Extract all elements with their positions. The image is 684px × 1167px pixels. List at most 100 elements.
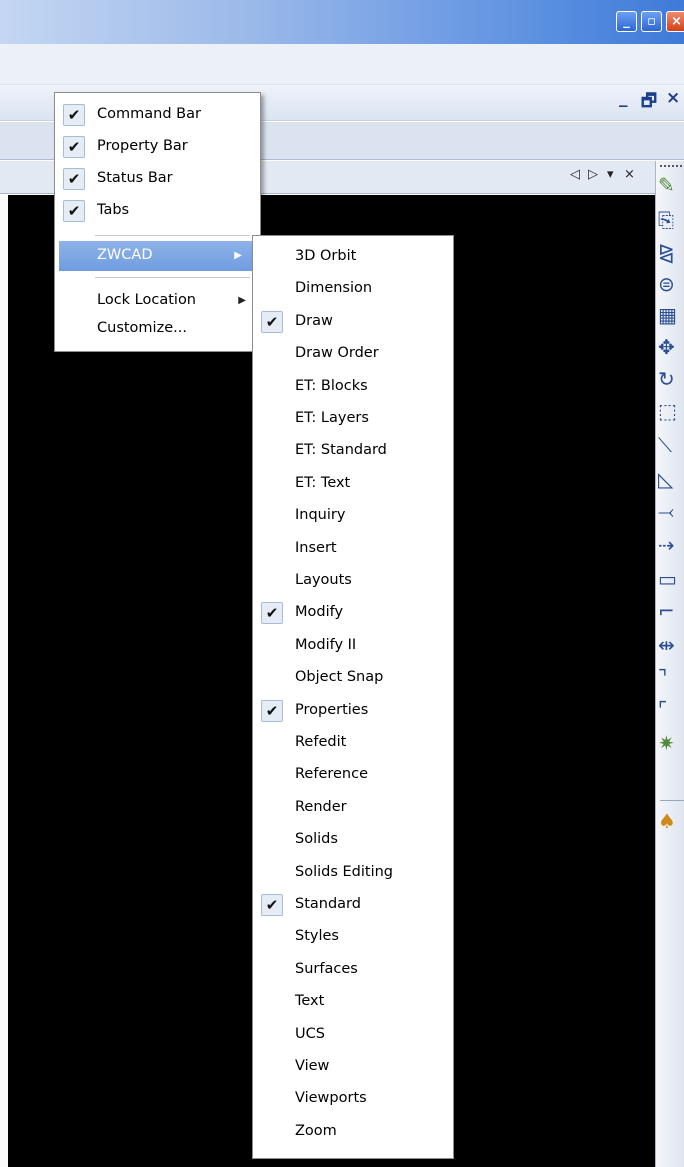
erase-icon[interactable]: ✎ xyxy=(658,172,684,198)
menu-bar xyxy=(0,44,684,85)
submenu-arrow-icon: ▶ xyxy=(238,295,246,306)
menu-separator xyxy=(95,277,250,278)
submenu-item-inquiry[interactable]: Inquiry xyxy=(253,500,453,532)
stretch-icon[interactable]: ⟍ xyxy=(658,432,684,458)
submenu-item-properties[interactable]: ✔ Properties xyxy=(253,695,453,727)
submenu-item-et-blocks[interactable]: ET: Blocks xyxy=(253,371,453,403)
break-icon[interactable]: ⌐ xyxy=(658,598,684,624)
submenu-item-standard[interactable]: ✔ Standard xyxy=(253,889,453,921)
minimize-icon[interactable]: _ xyxy=(616,11,637,32)
submenu-item-solids[interactable]: Solids xyxy=(253,824,453,856)
menu-item-command-bar[interactable]: ✔ Command Bar xyxy=(55,99,260,131)
doc-minimize-icon[interactable]: _ xyxy=(619,88,628,108)
submenu-item-label: Object Snap xyxy=(295,669,384,686)
menu-item-tabs[interactable]: ✔ Tabs xyxy=(55,195,260,227)
doc-close-icon[interactable]: × xyxy=(666,88,680,108)
submenu-item-layouts[interactable]: Layouts xyxy=(253,565,453,597)
submenu-item-label: Standard xyxy=(295,896,361,912)
menu-item-label: Lock Location xyxy=(97,292,197,308)
submenu-item-label: ET: Layers xyxy=(295,410,369,426)
scale-icon[interactable]: ⬚ xyxy=(658,398,684,424)
submenu-item-label: Text xyxy=(295,993,325,1010)
submenu-item-draw[interactable]: ✔ Draw xyxy=(253,306,453,338)
submenu-item-modify-ii[interactable]: Modify II xyxy=(253,630,453,662)
submenu-item-label: Solids xyxy=(295,831,338,848)
submenu-item-zoom[interactable]: Zoom xyxy=(253,1116,453,1148)
submenu-item-viewports[interactable]: Viewports xyxy=(253,1083,453,1115)
menu-item-label: Tabs xyxy=(97,202,130,218)
submenu-item-modify[interactable]: ✔ Modify xyxy=(253,597,453,629)
view-menu-icon[interactable]: ▾ xyxy=(607,167,616,182)
submenu-item-label: ET: Blocks xyxy=(295,377,368,394)
submenu-item-3d-orbit[interactable]: 3D Orbit xyxy=(253,241,453,273)
join-icon[interactable]: ⇹ xyxy=(658,632,684,658)
submenu-item-view[interactable]: View xyxy=(253,1051,453,1083)
properties-brush-icon[interactable]: ♠ xyxy=(658,808,684,834)
check-icon: ✔ xyxy=(261,894,283,916)
menu-separator xyxy=(95,235,250,236)
submenu-item-solids-editing[interactable]: Solids Editing xyxy=(253,857,453,889)
submenu-item-label: Styles xyxy=(295,928,339,945)
submenu-item-ucs[interactable]: UCS xyxy=(253,1019,453,1051)
menu-item-label: Command Bar xyxy=(97,106,201,122)
menu-item-label: Status Bar xyxy=(97,170,173,186)
submenu-item-label: Refedit xyxy=(295,734,347,750)
submenu-item-et-text[interactable]: ET: Text xyxy=(253,468,453,500)
menu-item-label: ZWCAD xyxy=(97,247,153,263)
check-icon: ✔ xyxy=(63,104,85,126)
trim-icon[interactable]: ⤙ xyxy=(658,498,684,524)
mirror-icon[interactable]: ⧎ xyxy=(658,239,684,265)
submenu-item-label: Draw Order xyxy=(295,345,379,362)
submenu-item-dimension[interactable]: Dimension xyxy=(253,273,453,305)
offset-icon[interactable]: ⊜ xyxy=(658,271,684,297)
submenu-item-refedit[interactable]: Refedit xyxy=(253,727,453,759)
submenu-item-label: ET: Text xyxy=(295,474,351,491)
submenu-item-label: UCS xyxy=(295,1025,325,1042)
chamfer-icon[interactable]: ⌝ xyxy=(658,664,684,690)
submenu-item-et-layers[interactable]: ET: Layers xyxy=(253,403,453,435)
submenu-item-label: Draw xyxy=(295,312,333,329)
submenu-item-reference[interactable]: Reference xyxy=(253,759,453,791)
break-at-point-icon[interactable]: ▭ xyxy=(658,566,684,592)
close-icon[interactable]: × xyxy=(666,11,684,32)
toolbar-context-menu: ✔ Command Bar ✔ Property Bar ✔ Status Ba… xyxy=(54,92,261,352)
title-bar xyxy=(0,0,684,44)
check-icon: ✔ xyxy=(261,310,283,333)
maximize-icon[interactable]: ▫ xyxy=(641,11,662,32)
menu-item-label: Property Bar xyxy=(97,138,188,154)
submenu-item-et-standard[interactable]: ET: Standard xyxy=(253,435,453,467)
submenu-item-text[interactable]: Text xyxy=(253,986,453,1018)
submenu-item-label: Properties xyxy=(295,701,369,718)
submenu-item-surfaces[interactable]: Surfaces xyxy=(253,954,453,986)
submenu-item-label: Insert xyxy=(295,539,337,556)
submenu-item-label: Dimension xyxy=(295,280,373,297)
submenu-item-object-snap[interactable]: Object Snap xyxy=(253,662,453,694)
extend-icon[interactable]: ⇢ xyxy=(658,532,684,558)
rotate-icon[interactable]: ↻ xyxy=(658,366,684,392)
view-close-icon[interactable]: × xyxy=(624,167,637,182)
menu-item-status-bar[interactable]: ✔ Status Bar xyxy=(55,163,260,195)
menu-item-zwcad[interactable]: ZWCAD ▶ xyxy=(59,241,256,271)
doc-restore-icon[interactable]: 🗗 xyxy=(641,88,657,117)
submenu-item-label: Render xyxy=(295,798,347,815)
toolbars-submenu: 3D Orbit Dimension ✔ Draw Draw Order ET: Bloc… xyxy=(252,235,454,1159)
check-icon: ✔ xyxy=(63,200,85,222)
submenu-item-label: Solids Editing xyxy=(295,863,394,880)
scroll-left-icon[interactable]: ◁ xyxy=(570,167,582,182)
submenu-item-styles[interactable]: Styles xyxy=(253,921,453,953)
check-icon: ✔ xyxy=(63,136,85,158)
fillet-icon[interactable]: ⌜ xyxy=(658,696,684,722)
submenu-item-insert[interactable]: Insert xyxy=(253,533,453,565)
explode-icon[interactable]: ✷ xyxy=(658,730,684,756)
copy-icon[interactable]: ⎘ xyxy=(658,207,684,233)
array-icon[interactable]: ▦ xyxy=(658,302,684,328)
scroll-right-icon[interactable]: ▷ xyxy=(588,167,600,182)
menu-item-customize[interactable]: Customize... xyxy=(55,313,260,345)
submenu-item-render[interactable]: Render xyxy=(253,792,453,824)
move-icon[interactable]: ✥ xyxy=(658,334,684,360)
lengthen-icon[interactable]: ◺ xyxy=(658,466,684,492)
menu-item-property-bar[interactable]: ✔ Property Bar xyxy=(55,131,260,163)
toolbar-grip[interactable] xyxy=(660,165,682,169)
submenu-item-draw-order[interactable]: Draw Order xyxy=(253,338,453,370)
submenu-arrow-icon: ▶ xyxy=(234,250,242,261)
